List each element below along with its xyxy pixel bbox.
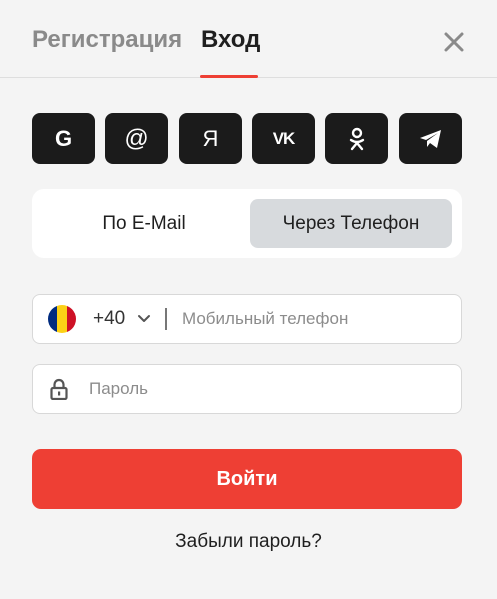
google-icon: G xyxy=(54,125,73,151)
method-email-option[interactable]: По E-Mail xyxy=(42,199,246,248)
tab-login[interactable]: Вход xyxy=(201,26,260,54)
odnoklassniki-icon xyxy=(349,127,364,150)
password-input[interactable] xyxy=(89,365,449,413)
close-icon[interactable] xyxy=(440,28,468,56)
odnoklassniki-login-button[interactable] xyxy=(325,113,388,164)
vk-icon: VK xyxy=(272,129,296,148)
phone-field-divider xyxy=(165,308,167,330)
google-login-button[interactable]: G xyxy=(32,113,95,164)
email-login-button[interactable]: @ xyxy=(105,113,168,164)
phone-field: +40 xyxy=(32,294,462,344)
login-button[interactable]: Войти xyxy=(32,449,462,509)
phone-input[interactable] xyxy=(182,295,452,343)
forgot-password-link[interactable]: Забыли пароль? xyxy=(0,531,497,553)
lock-icon xyxy=(50,378,68,400)
auth-tabs-header: Регистрация Вход xyxy=(0,0,497,78)
telegram-icon xyxy=(419,129,441,148)
active-tab-underline xyxy=(200,75,258,78)
method-phone-option[interactable]: Через Телефон xyxy=(250,199,452,248)
yandex-login-button[interactable]: Я xyxy=(179,113,242,164)
country-code-select[interactable]: +40 xyxy=(93,308,125,330)
tab-registration[interactable]: Регистрация xyxy=(32,26,182,54)
vk-login-button[interactable]: VK xyxy=(252,113,315,164)
romania-flag-icon[interactable] xyxy=(48,305,76,333)
social-login-row: G @ Я VK xyxy=(32,113,462,164)
chevron-down-icon[interactable] xyxy=(137,312,151,326)
login-method-switch: По E-Mail Через Телефон xyxy=(32,189,462,258)
telegram-login-button[interactable] xyxy=(399,113,462,164)
at-icon: @ xyxy=(124,124,149,152)
password-field xyxy=(32,364,462,414)
yandex-icon: Я xyxy=(202,125,219,151)
